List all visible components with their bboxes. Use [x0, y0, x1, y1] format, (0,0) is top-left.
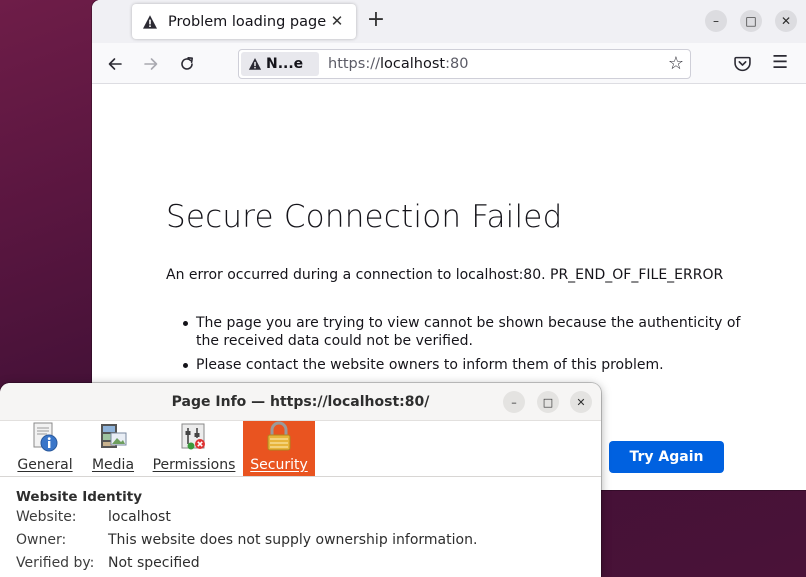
list-item: Please contact the website owners to inf… — [182, 356, 742, 374]
row-value: localhost — [108, 509, 171, 525]
reload-icon — [181, 57, 193, 70]
permissions-switch-icon — [181, 423, 205, 450]
info-row-verified-by: Verified by: Not specified — [16, 552, 586, 574]
row-label: Website: — [16, 509, 77, 525]
bookmark-star-icon[interactable]: ☆ — [668, 54, 684, 74]
back-arrow-icon — [108, 58, 122, 70]
tab-general[interactable]: General — [13, 421, 77, 476]
error-title: Secure Connection Failed — [166, 199, 563, 235]
forward-arrow-icon — [144, 58, 158, 70]
padlock-icon — [267, 421, 291, 451]
url-bar[interactable]: N...e https://localhost:80 ☆ — [238, 49, 691, 79]
identity-label: N...e — [266, 56, 304, 72]
tab-media[interactable]: Media — [86, 421, 140, 476]
url-scheme: https:// — [328, 56, 380, 72]
warning-icon — [142, 14, 158, 30]
error-advice-list: The page you are trying to view cannot b… — [182, 314, 742, 380]
back-button[interactable] — [102, 51, 128, 77]
url-port: :80 — [445, 56, 469, 72]
tab-bar: Problem loading page ✕ + – □ ✕ — [92, 0, 806, 43]
warning-lock-icon — [248, 58, 262, 70]
close-tab-icon[interactable]: ✕ — [328, 12, 346, 30]
row-label: Owner: — [16, 532, 67, 548]
row-value: Not specified — [108, 555, 200, 571]
forward-button[interactable] — [138, 51, 164, 77]
tab-title: Problem loading page — [168, 13, 327, 30]
tab-label: Media — [91, 457, 135, 473]
close-window-button[interactable]: ✕ — [775, 10, 797, 32]
tab-security[interactable]: Security — [243, 421, 315, 476]
info-row-website: Website: localhost — [16, 506, 586, 528]
page-info-dialog: Page Info — https://localhost:80/ – □ ✕ … — [0, 383, 601, 577]
nav-toolbar: N...e https://localhost:80 ☆ ☰ — [92, 43, 806, 84]
dialog-maximize-button[interactable]: □ — [537, 391, 559, 413]
dialog-header[interactable]: Page Info — https://localhost:80/ – □ ✕ — [0, 383, 601, 421]
hamburger-menu-icon[interactable]: ☰ — [772, 54, 788, 72]
dialog-minimize-button[interactable]: – — [503, 391, 525, 413]
film-media-icon — [101, 424, 127, 448]
section-title: Website Identity — [16, 489, 142, 505]
pocket-icon[interactable] — [734, 56, 751, 72]
url-host: localhost — [379, 56, 446, 72]
browser-tab[interactable]: Problem loading page ✕ — [132, 4, 356, 39]
reload-button[interactable] — [174, 51, 200, 77]
tab-label: General — [17, 457, 73, 473]
info-document-icon — [33, 422, 58, 452]
new-tab-button[interactable]: + — [365, 9, 387, 32]
maximize-button[interactable]: □ — [740, 10, 762, 32]
error-description: An error occurred during a connection to… — [166, 267, 724, 283]
list-item: The page you are trying to view cannot b… — [182, 314, 742, 350]
info-row-owner: Owner: This website does not supply owne… — [16, 529, 586, 551]
tab-label: Permissions — [152, 457, 236, 473]
dialog-close-button[interactable]: ✕ — [570, 391, 592, 413]
tab-label: Security — [250, 457, 308, 473]
dialog-tab-bar: General Media Permissions Security — [0, 421, 601, 477]
row-label: Verified by: — [16, 555, 95, 571]
security-panel: Website Identity Website: localhost Owne… — [16, 489, 586, 574]
minimize-button[interactable]: – — [705, 10, 727, 32]
try-again-button[interactable]: Try Again — [609, 441, 724, 473]
row-value: This website does not supply ownership i… — [108, 532, 478, 548]
url-text[interactable]: https://localhost:80 — [328, 56, 468, 72]
tab-permissions[interactable]: Permissions — [152, 421, 236, 476]
site-identity-button[interactable]: N...e — [241, 52, 319, 76]
